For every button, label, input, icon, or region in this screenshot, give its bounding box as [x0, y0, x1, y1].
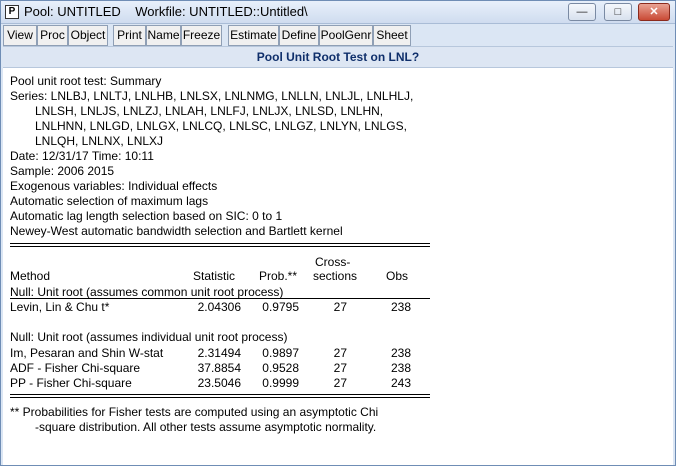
row-prob: 0.9897: [262, 346, 299, 360]
sample-line: Sample: 2006 2015: [10, 164, 115, 178]
output-view[interactable]: Pool unit root test: Summary Series: LNL…: [3, 68, 673, 465]
header-cross-top: Cross-: [315, 255, 351, 269]
row-statistic: 23.5046: [197, 376, 241, 390]
row-cross: 27: [333, 346, 347, 360]
close-button[interactable]: ✕: [638, 3, 670, 21]
pool-app-icon: P: [5, 5, 19, 19]
pool-window: P Pool: UNTITLED Workfile: UNTITLED::Unt…: [0, 0, 676, 466]
row-obs: 238: [390, 346, 411, 360]
exog-line: Exogenous variables: Individual effects: [10, 179, 218, 193]
row-method: Im, Pesaran and Shin W-stat: [10, 346, 164, 360]
series-line-1: Series: LNLBJ, LNLTJ, LNLHB, LNLSX, LNLN…: [10, 89, 414, 103]
maximize-button[interactable]: □: [604, 3, 632, 21]
maximize-icon: □: [614, 6, 622, 18]
series-line-2: LNLSH, LNLJS, LNLZJ, LNLAH, LNLFJ, LNLJX…: [35, 104, 384, 118]
table-top-rule-2: [10, 246, 430, 247]
row-method: ADF - Fisher Chi-square: [10, 361, 141, 375]
view-button[interactable]: View: [3, 25, 37, 46]
header-divider: [10, 298, 430, 299]
row-method: PP - Fisher Chi-square: [10, 376, 132, 390]
title-bar[interactable]: P Pool: UNTITLED Workfile: UNTITLED::Unt…: [1, 1, 675, 24]
null-common-heading: Null: Unit root (assumes common unit roo…: [10, 285, 284, 299]
row-obs: 243: [390, 376, 411, 390]
name-button[interactable]: Name: [146, 25, 181, 46]
maxlag-line: Automatic selection of maximum lags: [10, 194, 209, 208]
sheet-button[interactable]: Sheet: [373, 25, 411, 46]
define-button[interactable]: Define: [279, 25, 319, 46]
row-cross: 27: [333, 376, 347, 390]
table-top-rule-1: [10, 243, 430, 244]
row-prob: 0.9795: [262, 300, 299, 314]
toolbar: View Proc Object Print Name Freeze Estim…: [3, 25, 675, 46]
object-button[interactable]: Object: [68, 25, 108, 46]
header-obs: Obs: [386, 269, 409, 283]
null-individual-heading: Null: Unit root (assumes individual unit…: [10, 330, 288, 344]
row-cross: 27: [333, 361, 347, 375]
proc-button[interactable]: Proc: [37, 25, 68, 46]
row-prob: 0.9999: [262, 376, 299, 390]
lagsel-line: Automatic lag length selection based on …: [10, 209, 283, 223]
row-statistic: 2.04306: [197, 300, 241, 314]
table-bottom-rule-1: [10, 394, 430, 395]
footnote-line-1: ** Probabilities for Fisher tests are co…: [10, 405, 379, 419]
row-statistic: 37.8854: [197, 361, 241, 375]
series-line-3: LNLHNN, LNLGD, LNLGX, LNLCQ, LNLSC, LNLG…: [35, 119, 407, 133]
print-button[interactable]: Print: [113, 25, 146, 46]
header-method: Method: [10, 269, 51, 283]
footnote-line-2: -square distribution. All other tests as…: [35, 420, 377, 434]
estimate-button[interactable]: Estimate: [228, 25, 279, 46]
row-method: Levin, Lin & Chu t*: [10, 300, 110, 314]
row-obs: 238: [390, 361, 411, 375]
row-obs: 238: [390, 300, 411, 314]
date-line: Date: 12/31/17 Time: 10:11: [10, 149, 154, 163]
view-header: Pool Unit Root Test on LNL?: [3, 46, 673, 68]
row-cross: 27: [333, 300, 347, 314]
window-title: Pool: UNTITLED Workfile: UNTITLED::Untit…: [24, 4, 308, 19]
summary-title: Pool unit root test: Summary: [10, 74, 162, 88]
close-icon: ✕: [649, 6, 659, 18]
header-cross-bottom: sections: [313, 269, 358, 283]
series-line-4: LNLQH, LNLNX, LNLXJ: [35, 134, 164, 148]
header-prob: Prob.**: [259, 269, 298, 283]
poolgenr-button[interactable]: PoolGenr: [319, 25, 373, 46]
header-statistic: Statistic: [193, 269, 236, 283]
minimize-icon: —: [576, 6, 588, 18]
newey-line: Newey-West automatic bandwidth selection…: [10, 224, 343, 238]
row-statistic: 2.31494: [197, 346, 241, 360]
row-prob: 0.9528: [262, 361, 299, 375]
table-bottom-rule-2: [10, 397, 430, 398]
view-header-title: Pool Unit Root Test on LNL?: [256, 50, 420, 64]
minimize-button[interactable]: —: [568, 3, 596, 21]
freeze-button[interactable]: Freeze: [181, 25, 222, 46]
